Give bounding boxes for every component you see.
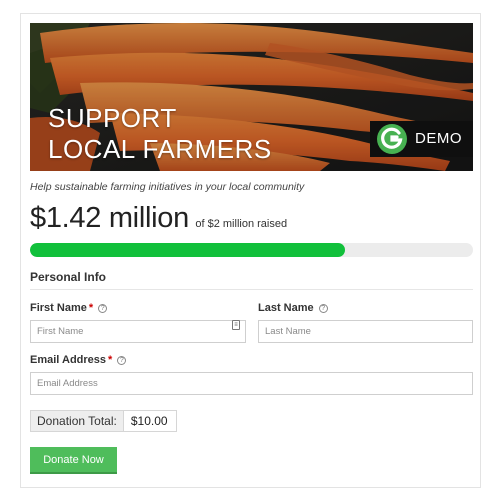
donate-now-button[interactable]: Donate Now: [30, 447, 117, 474]
help-icon[interactable]: ?: [117, 356, 127, 365]
campaign-banner: SUPPORT LOCAL FARMERS DEMO: [30, 23, 473, 171]
last-name-input[interactable]: [258, 320, 473, 343]
amount-raised: $1.42 million: [30, 202, 189, 234]
last-name-label-text: Last Name: [258, 302, 314, 314]
last-name-label: Last Name?: [258, 302, 328, 314]
email-label: Email Address *?: [30, 354, 127, 366]
banner-title-line1: SUPPORT: [48, 103, 177, 133]
donation-form-card: SUPPORT LOCAL FARMERS DEMO Help sustaina…: [20, 13, 481, 488]
help-icon[interactable]: ?: [318, 304, 328, 313]
email-input[interactable]: [30, 372, 473, 395]
first-name-input[interactable]: [30, 320, 246, 343]
section-divider: [30, 289, 473, 290]
campaign-tagline: Help sustainable farming initiatives in …: [30, 181, 305, 193]
goal-summary: $1.42 million of $2 million raised: [30, 202, 287, 235]
goal-progress-fill: [30, 243, 345, 257]
banner-title: SUPPORT LOCAL FARMERS: [48, 103, 272, 165]
banner-title-line2: LOCAL FARMERS: [48, 134, 272, 164]
section-title-personal-info: Personal Info: [30, 270, 107, 284]
demo-badge: DEMO: [370, 121, 473, 157]
give-logo-icon: [377, 124, 407, 154]
email-label-text: Email Address: [30, 354, 107, 366]
first-name-label: First Name *?: [30, 302, 108, 314]
required-marker: *: [108, 354, 113, 366]
donation-total-label: Donation Total:: [31, 411, 124, 431]
goal-text: of $2 million raised: [195, 218, 288, 230]
goal-progress-bar: [30, 243, 473, 257]
donation-total: Donation Total: $10.00: [30, 410, 177, 432]
help-icon[interactable]: ?: [98, 304, 108, 313]
required-marker: *: [88, 302, 94, 314]
demo-label: DEMO: [415, 130, 462, 147]
donation-total-value: $10.00: [123, 411, 176, 431]
first-name-label-text: First Name: [30, 302, 87, 314]
contact-card-icon[interactable]: ≡: [232, 320, 240, 330]
